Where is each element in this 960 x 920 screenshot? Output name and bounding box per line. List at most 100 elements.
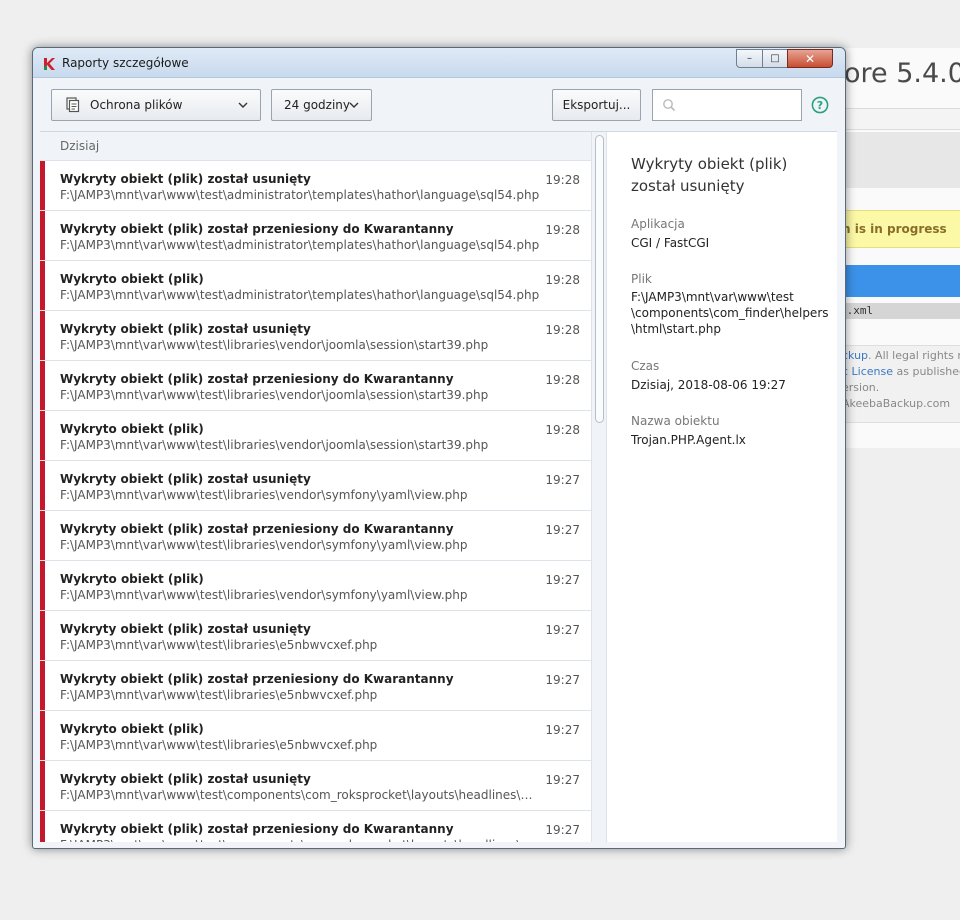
table-row[interactable]: Wykryty obiekt (plik) został przeniesion… xyxy=(40,511,591,561)
period-dropdown[interactable]: 24 godziny xyxy=(271,89,372,121)
event-title: Wykryty obiekt (plik) został przeniesion… xyxy=(60,222,454,236)
details-value-application: CGI / FastCGI xyxy=(631,236,710,250)
severity-stripe xyxy=(40,261,45,310)
event-path: F:\JAMP3\mnt\var\www\test\libraries\vend… xyxy=(60,538,468,552)
list-scrollbar-thumb[interactable] xyxy=(595,135,604,423)
kaspersky-k-icon xyxy=(44,58,55,70)
event-path: F:\JAMP3\mnt\var\www\test\libraries\e5nb… xyxy=(60,638,378,652)
event-time: 19:27 xyxy=(545,473,580,487)
details-value-time: Dzisiaj, 2018-08-06 19:27 xyxy=(631,378,786,392)
event-time: 19:28 xyxy=(545,373,580,387)
event-path: F:\JAMP3\mnt\var\www\test\libraries\vend… xyxy=(60,588,468,602)
table-row[interactable]: Wykryty obiekt (plik) został przeniesion… xyxy=(40,811,591,842)
severity-stripe xyxy=(40,211,45,260)
severity-stripe xyxy=(40,411,45,460)
severity-stripe xyxy=(40,311,45,360)
window-title: Raporty szczegółowe xyxy=(62,56,189,70)
table-row[interactable]: Wykryto obiekt (plik) F:\JAMP3\mnt\var\ww… xyxy=(40,561,591,611)
event-path: F:\JAMP3\mnt\var\www\test\libraries\vend… xyxy=(60,488,468,502)
event-path: F:\JAMP3\mnt\var\www\test\libraries\vend… xyxy=(60,438,489,452)
event-time: 19:27 xyxy=(545,823,580,837)
severity-stripe xyxy=(40,561,45,610)
event-title: Wykryty obiekt (plik) został przeniesion… xyxy=(60,522,454,536)
details-label-object-name: Nazwa obiektu xyxy=(631,414,720,428)
event-title: Wykryto obiekt (plik) xyxy=(60,572,204,586)
severity-stripe xyxy=(40,161,45,210)
background-footer-line-4: AkeebaBackup.com xyxy=(842,397,951,410)
table-row[interactable]: Wykryty obiekt (plik) został przeniesion… xyxy=(40,361,591,411)
event-path: F:\JAMP3\mnt\var\www\test\components\com… xyxy=(60,838,540,842)
event-time: 19:28 xyxy=(545,223,580,237)
details-label-file: Plik xyxy=(631,272,652,286)
minimize-icon: – xyxy=(747,53,752,64)
event-time: 19:27 xyxy=(545,673,580,687)
event-path: F:\JAMP3\mnt\var\www\test\components\com… xyxy=(60,788,540,802)
table-row[interactable]: Wykryty obiekt (plik) został usunięty F:\… xyxy=(40,461,591,511)
export-button-label: Eksportuj... xyxy=(562,98,631,112)
severity-stripe xyxy=(40,611,45,660)
severity-stripe xyxy=(40,811,45,842)
event-time: 19:27 xyxy=(545,723,580,737)
event-time: 19:27 xyxy=(545,573,580,587)
maximize-icon: □ xyxy=(770,53,780,64)
close-icon: ✕ xyxy=(804,51,816,66)
chevron-down-icon xyxy=(349,102,359,108)
details-value-object-name: Trojan.PHP.Agent.lx xyxy=(631,433,746,447)
period-dropdown-label: 24 godziny xyxy=(284,98,350,112)
minimize-button[interactable]: – xyxy=(736,49,763,68)
event-title: Wykryty obiekt (plik) został usunięty xyxy=(60,472,311,486)
table-row[interactable]: Wykryty obiekt (plik) został usunięty F:\… xyxy=(40,311,591,361)
background-footer-line-2: c License as published b xyxy=(842,365,960,378)
event-time: 19:28 xyxy=(545,423,580,437)
documents-icon xyxy=(66,97,80,113)
table-row[interactable]: Wykryty obiekt (plik) został przeniesion… xyxy=(40,211,591,261)
event-path: F:\JAMP3\mnt\var\www\test\libraries\e5nb… xyxy=(60,738,378,752)
search-icon xyxy=(663,99,676,112)
export-button[interactable]: Eksportuj... xyxy=(552,89,641,121)
event-path: F:\JAMP3\mnt\var\www\test\administrator\… xyxy=(60,288,540,302)
maximize-button[interactable]: □ xyxy=(762,49,788,68)
search-input[interactable] xyxy=(681,95,797,115)
event-path: F:\JAMP3\mnt\var\www\test\libraries\vend… xyxy=(60,388,489,402)
event-title: Wykryty obiekt (plik) został usunięty xyxy=(60,172,311,186)
table-row[interactable]: Wykryty obiekt (plik) został usunięty F:\… xyxy=(40,161,591,211)
event-time: 19:28 xyxy=(545,273,580,287)
event-time: 19:28 xyxy=(545,173,580,187)
event-title: Wykryto obiekt (plik) xyxy=(60,722,204,736)
event-list[interactable]: Dzisiaj Wykryty obiekt (plik) został usu… xyxy=(40,132,591,842)
table-row[interactable]: Wykryto obiekt (plik) F:\JAMP3\mnt\var\ww… xyxy=(40,711,591,761)
event-time: 19:28 xyxy=(545,323,580,337)
event-title: Wykryty obiekt (plik) został usunięty xyxy=(60,322,311,336)
list-scrollbar[interactable] xyxy=(591,132,607,842)
event-title: Wykryty obiekt (plik) został usunięty xyxy=(60,622,311,636)
svg-text:?: ? xyxy=(817,99,823,112)
background-progress-text: n is in progress xyxy=(842,222,947,236)
toolbar: Ochrona plików 24 godziny Eksportuj... ? xyxy=(33,79,845,131)
event-time: 19:27 xyxy=(545,773,580,787)
background-footer-link-2[interactable]: c License xyxy=(842,365,893,378)
table-row[interactable]: Wykryto obiekt (plik) F:\JAMP3\mnt\var\ww… xyxy=(40,261,591,311)
table-row[interactable]: Wykryty obiekt (plik) został usunięty F:\… xyxy=(40,761,591,811)
table-row[interactable]: Wykryty obiekt (plik) został przeniesion… xyxy=(40,661,591,711)
details-title: Wykryty obiekt (plik) został usunięty xyxy=(631,155,788,195)
event-title: Wykryty obiekt (plik) został usunięty xyxy=(60,772,311,786)
help-circle-icon[interactable]: ? xyxy=(811,96,829,114)
event-path: F:\JAMP3\mnt\var\www\test\libraries\vend… xyxy=(60,338,489,352)
event-path: F:\JAMP3\mnt\var\www\test\administrator\… xyxy=(60,238,540,252)
severity-stripe xyxy=(40,661,45,710)
event-time: 19:27 xyxy=(545,523,580,537)
component-dropdown[interactable]: Ochrona plików xyxy=(51,89,261,121)
event-path: F:\JAMP3\mnt\var\www\test\libraries\e5nb… xyxy=(60,688,378,702)
table-row[interactable]: Wykryty obiekt (plik) został usunięty F:\… xyxy=(40,611,591,661)
event-title: Wykryty obiekt (plik) został przeniesion… xyxy=(60,672,454,686)
severity-stripe xyxy=(40,361,45,410)
table-row[interactable]: Wykryto obiekt (plik) F:\JAMP3\mnt\var\ww… xyxy=(40,411,591,461)
close-button[interactable]: ✕ xyxy=(787,49,833,68)
event-title: Wykryto obiekt (plik) xyxy=(60,422,204,436)
event-title: Wykryty obiekt (plik) został przeniesion… xyxy=(60,372,454,386)
search-box[interactable] xyxy=(652,89,802,121)
title-bar[interactable]: Raporty szczegółowe – □ ✕ xyxy=(33,48,845,78)
severity-stripe xyxy=(40,461,45,510)
event-title: Wykryto obiekt (plik) xyxy=(60,272,204,286)
details-label-application: Aplikacja xyxy=(631,217,685,231)
